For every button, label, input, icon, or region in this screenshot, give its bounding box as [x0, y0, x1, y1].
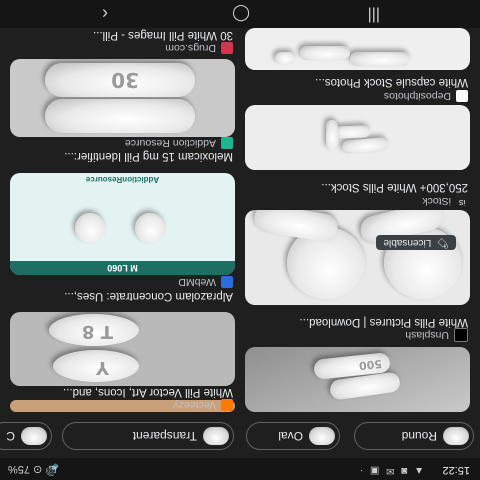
screen: 15:22 ▲ ◙ ✉ ▣ · 🔊 ⊙ 75% Round Oval Trans…	[0, 0, 480, 480]
source-istock[interactable]: iS iStock	[422, 195, 468, 207]
result-caption[interactable]: 30 White Pill Images - Pill...	[11, 29, 233, 41]
source-label: Vecteezy	[173, 399, 216, 411]
vecteezy-logo-icon	[221, 399, 233, 411]
status-time: 15:22	[442, 464, 470, 476]
chip-round[interactable]: Round	[354, 422, 474, 450]
result-caption[interactable]: White Pills Pictures | Download...	[246, 316, 468, 328]
source-unsplash[interactable]: Unsplash	[405, 328, 468, 342]
tag-icon: 🏷	[436, 237, 449, 248]
battery-status: 🔊 ⊙ 75%	[8, 463, 60, 475]
result-image-unsplash[interactable]: 500	[245, 347, 470, 412]
result-caption[interactable]: White capsule Stock Photos...	[246, 76, 468, 88]
image-label-bar: M L060	[10, 261, 235, 275]
android-nav-bar: ||| ◯ ‹	[0, 0, 480, 28]
chip-capsule[interactable]: C	[0, 422, 52, 450]
result-image-depositphotos[interactable]	[245, 105, 470, 170]
capsule-pill	[275, 52, 295, 64]
source-vecteezy[interactable]: Vecteezy	[173, 399, 233, 411]
pill-imprint: 500	[358, 356, 383, 373]
source-label: Addiction Resource	[124, 137, 216, 149]
result-caption[interactable]: White Pill Vector Art, Icons, and...	[11, 386, 233, 398]
pill-imprint: Y	[95, 357, 109, 378]
addiction-resource-watermark: AddictionResource	[85, 175, 160, 184]
result-caption[interactable]: Meloxicam 15 mg Pill Identifier:...	[11, 150, 233, 162]
pill-imprint: T 8	[81, 321, 113, 342]
source-label: Unsplash	[405, 329, 449, 341]
capsule-pill	[326, 120, 338, 150]
pill-imprint: 30	[111, 68, 139, 92]
capsule-pill	[341, 137, 389, 154]
badge-label: Licensable	[383, 237, 432, 248]
oval-pill: 30	[45, 63, 195, 97]
drugs-com-logo-icon	[221, 42, 233, 54]
result-image-webmd[interactable]: M L060 AddictionResource	[10, 173, 235, 275]
result-image-istock[interactable]	[245, 210, 470, 305]
source-label: Drugs.com	[165, 42, 216, 54]
chip-label: Transparent	[132, 429, 197, 443]
recents-icon[interactable]: |||	[368, 6, 380, 24]
result-caption[interactable]: 250,300+ White Pills Stock...	[246, 181, 468, 193]
capsule-pill	[300, 46, 350, 60]
round-pill	[75, 213, 105, 243]
source-depositphotos[interactable]: Depositphotos	[384, 90, 468, 102]
status-bar: 15:22 ▲ ◙ ✉ ▣ · 🔊 ⊙ 75%	[0, 458, 480, 480]
source-addiction-resource[interactable]: Addiction Resource	[125, 137, 233, 149]
round-pill: Y	[53, 350, 139, 382]
result-image-meloxicam[interactable]: 30	[10, 59, 235, 137]
source-webmd[interactable]: WebMD	[178, 276, 233, 288]
webmd-logo-icon	[221, 276, 233, 288]
result-caption[interactable]: Alprazolam Concentrate: Uses,...	[11, 290, 233, 302]
istock-logo-icon: iS	[456, 195, 468, 207]
source-drugs-com[interactable]: Drugs.com	[165, 42, 233, 54]
round-pill: T 8	[49, 314, 139, 346]
result-image-vecteezy[interactable]: Y T 8	[10, 312, 235, 386]
unsplash-logo-icon	[454, 328, 468, 342]
round-pill-thumb-icon	[443, 427, 469, 445]
chip-transparent[interactable]: Transparent	[62, 422, 234, 450]
addiction-resource-logo-icon	[221, 137, 233, 149]
chip-label: Round	[401, 429, 437, 443]
result-image-capsules[interactable]	[245, 28, 470, 70]
notification-icons: ▲ ◙ ✉ ▣ ·	[357, 465, 424, 476]
depositphotos-logo-icon	[456, 90, 468, 102]
chip-label: Oval	[278, 429, 303, 443]
source-label: iStock	[422, 195, 451, 207]
pill-photo: 500	[245, 347, 470, 412]
home-icon[interactable]: ◯	[232, 4, 250, 24]
round-pill	[135, 213, 165, 243]
chip-oval[interactable]: Oval	[246, 422, 340, 450]
chip-label: C	[6, 429, 15, 443]
capsule-pill	[350, 52, 410, 66]
source-label: Depositphotos	[383, 90, 451, 102]
licensable-badge: 🏷 Licensable	[376, 235, 456, 250]
oval-pill-thumb-icon	[309, 427, 335, 445]
transparent-pill-thumb-icon	[203, 427, 229, 445]
capsule-pill-thumb-icon	[21, 427, 47, 445]
back-icon[interactable]: ‹	[102, 3, 108, 24]
source-label: WebMD	[178, 276, 216, 288]
filter-chips: Round Oval Transparent C	[0, 420, 480, 454]
oval-pill	[45, 99, 195, 133]
